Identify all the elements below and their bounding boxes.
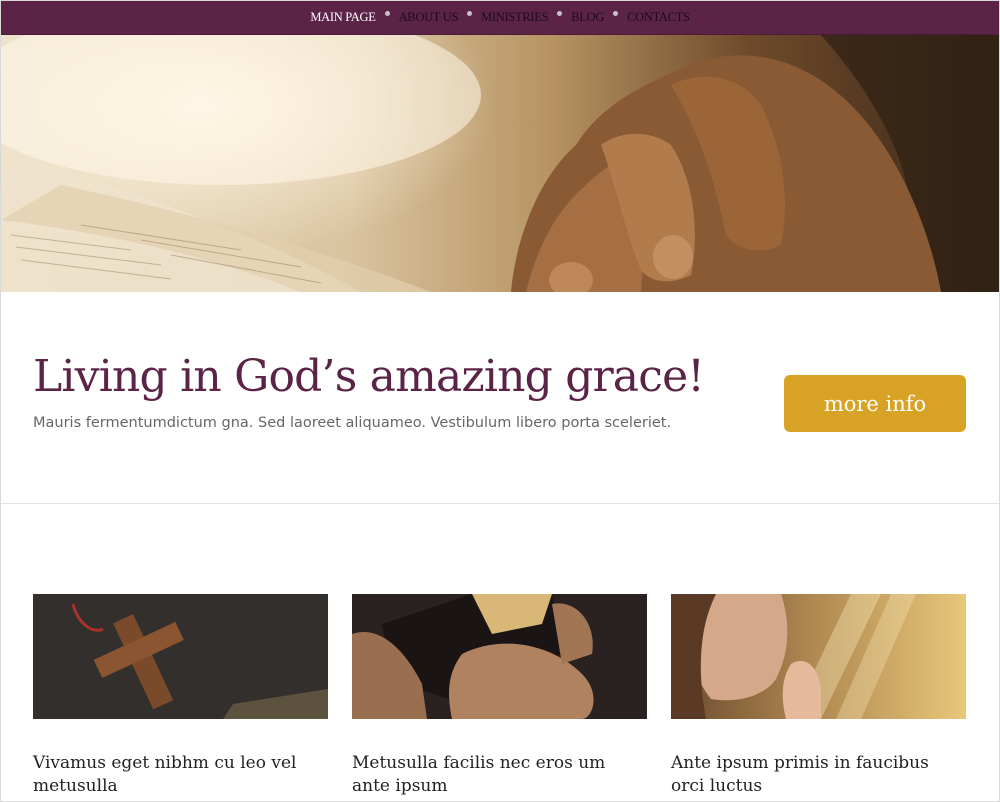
nav-item-contacts[interactable]: CONTACTS bbox=[627, 10, 690, 25]
article-card: Vivamus eget nibhm cu leo vel metusulla bbox=[33, 594, 328, 796]
nav-item-main-page[interactable]: MAIN PAGE bbox=[310, 10, 376, 25]
card-title[interactable]: Vivamus eget nibhm cu leo vel metusulla bbox=[33, 752, 328, 798]
nav-separator-dot bbox=[613, 11, 619, 16]
light-glow bbox=[1, 35, 481, 185]
article-card: Metusulla facilis nec eros um ante ipsum bbox=[352, 594, 647, 796]
card-image-woman-praying[interactable] bbox=[671, 594, 966, 719]
card-title[interactable]: Metusulla facilis nec eros um ante ipsum bbox=[352, 752, 647, 798]
page-frame: MAIN PAGE ABOUT US MINISTRIES BLOG CONTA… bbox=[0, 0, 1000, 802]
nav-item-about-us[interactable]: ABOUT US bbox=[399, 10, 459, 25]
more-info-button[interactable]: more info bbox=[784, 375, 966, 432]
fingernail bbox=[653, 235, 693, 279]
nav-item-blog[interactable]: BLOG bbox=[571, 10, 604, 25]
nav-separator-dot bbox=[384, 11, 390, 16]
card-title[interactable]: Ante ipsum primis in faucibus orci luctu… bbox=[671, 752, 966, 798]
nav-separator-dot bbox=[467, 11, 473, 16]
nav-separator-dot bbox=[557, 11, 563, 16]
hero-illustration bbox=[1, 35, 999, 292]
page-subtitle: Mauris fermentumdictum gna. Sed laoreet … bbox=[33, 415, 672, 431]
article-card: Ante ipsum primis in faucibus orci luctu… bbox=[671, 594, 966, 796]
nav-item-ministries[interactable]: MINISTRIES bbox=[481, 10, 548, 25]
top-navigation: MAIN PAGE ABOUT US MINISTRIES BLOG CONTA… bbox=[1, 1, 999, 35]
hero-image-praying-hands-bible bbox=[1, 35, 999, 292]
page-title: Living in God’s amazing grace! bbox=[33, 351, 705, 402]
card-image-hands-holding-bible[interactable] bbox=[352, 594, 647, 719]
card-image-wooden-cross[interactable] bbox=[33, 594, 328, 719]
section-divider bbox=[1, 503, 999, 504]
nav-menu: MAIN PAGE ABOUT US MINISTRIES BLOG CONTA… bbox=[310, 10, 690, 25]
